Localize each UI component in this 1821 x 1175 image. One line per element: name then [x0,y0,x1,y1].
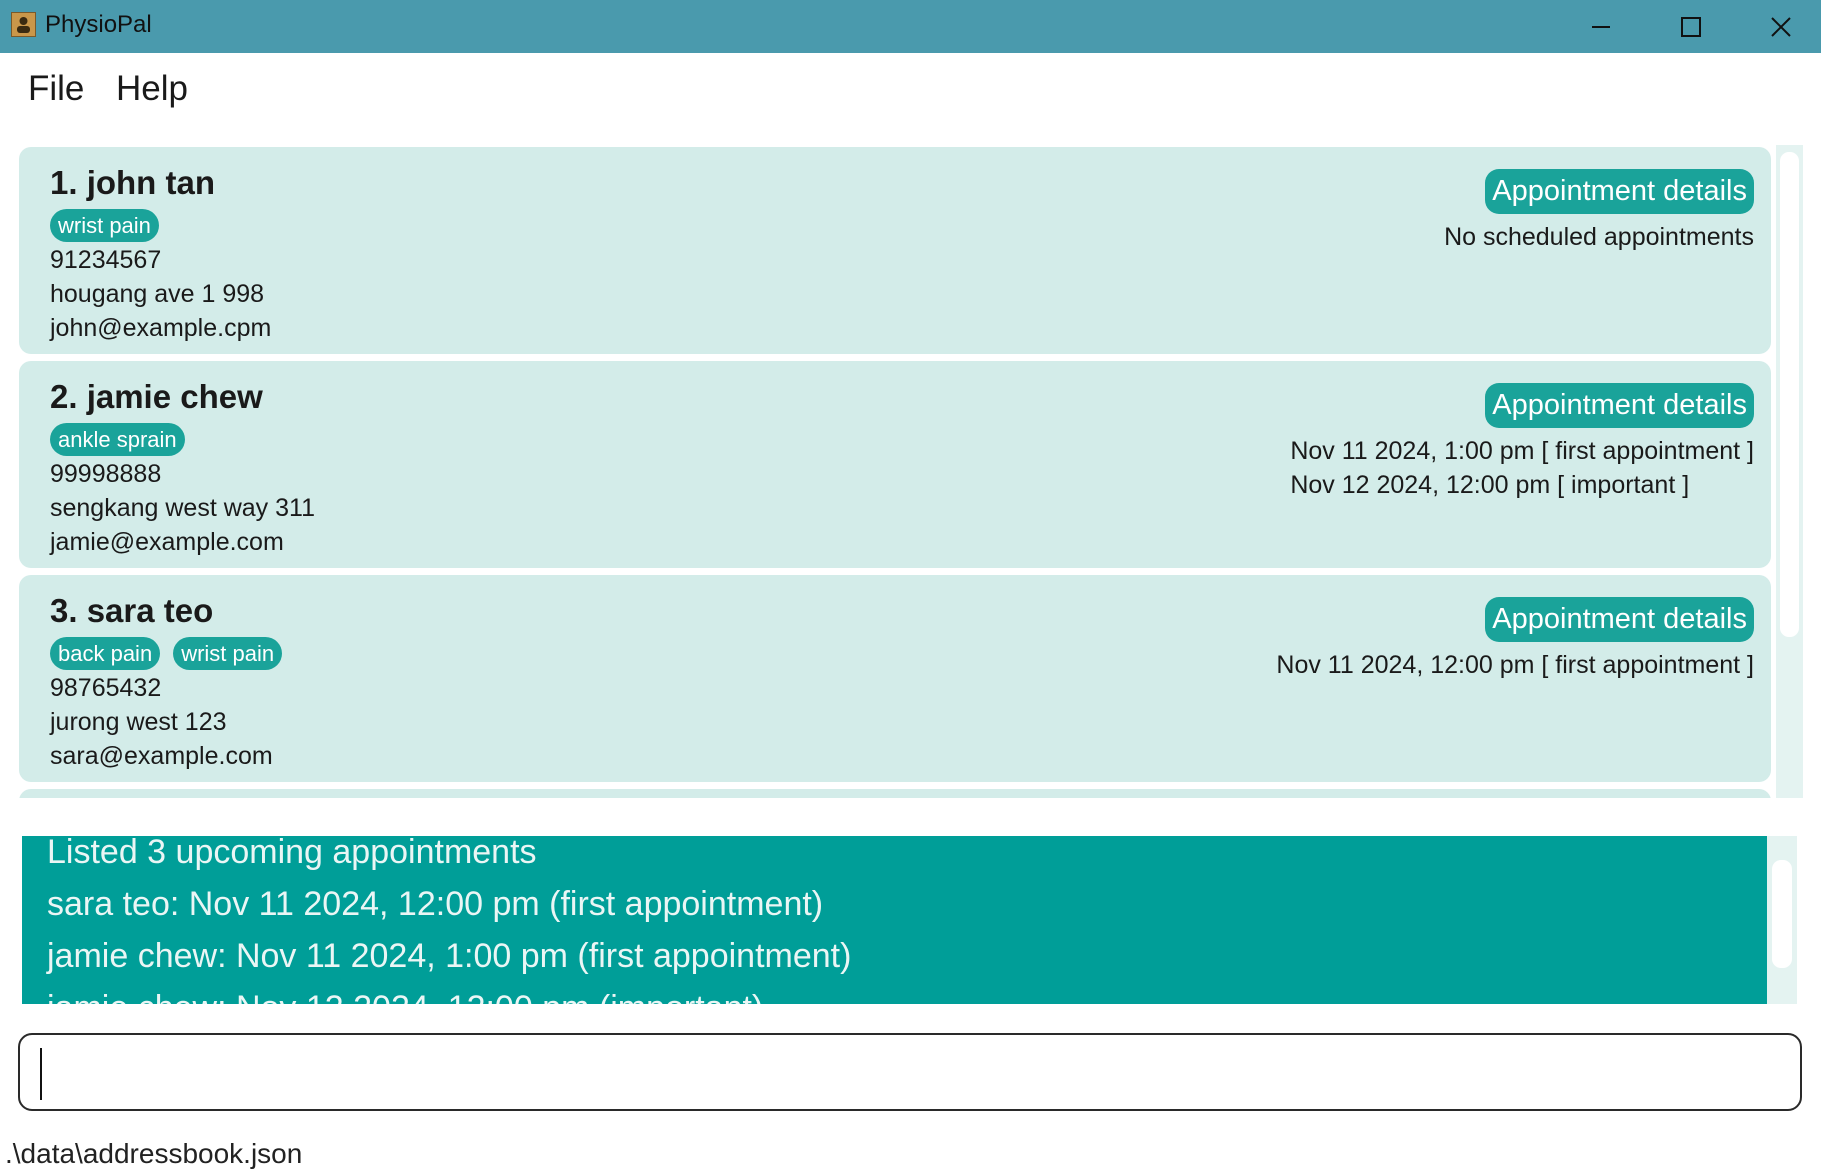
tag-list: wrist pain [50,209,159,242]
command-box[interactable] [18,1033,1802,1111]
command-input[interactable] [40,1045,1784,1101]
result-line: sara teo: Nov 11 2024, 12:00 pm (first a… [47,885,824,923]
minimize-button[interactable] [1556,0,1646,53]
appointment-entry: Nov 12 2024, 12:00 pm [ important ] [1290,471,1690,499]
minimize-icon [1592,25,1610,28]
patient-card[interactable]: 2. jamie chew ankle sprain 99998888 seng… [19,361,1771,568]
patient-phone: 98765432 [50,674,162,702]
tag: wrist pain [50,209,159,242]
tag-list: back pain wrist pain [50,637,283,670]
patient-phone: 91234567 [50,246,162,274]
result-line: jamie chew: Nov 12 2024, 12:00 pm (impor… [47,986,763,1004]
menu-help[interactable]: Help [116,67,188,111]
tag: back pain [50,637,161,670]
tag: wrist pain [173,637,283,670]
patient-address: hougang ave 1 998 [50,280,265,308]
patient-email: sara@example.com [50,742,273,770]
result-display: Listed 3 upcoming appointments sara teo:… [22,836,1767,1004]
patient-name: 3. sara teo [50,592,214,629]
patient-phone: 99998888 [50,460,162,488]
window-title: PhysioPal [45,11,152,38]
patient-list[interactable]: 1. john tan wrist pain 91234567 hougang … [19,145,1771,798]
result-scrollbar-thumb[interactable] [1772,860,1792,968]
patient-email: jamie@example.com [50,528,284,556]
close-button[interactable] [1736,0,1821,53]
appointment-list: Nov 11 2024, 12:00 pm [ first appointmen… [1276,648,1754,682]
tag-list: ankle sprain [50,423,185,456]
tag: ankle sprain [50,423,185,456]
patient-card[interactable]: 1. john tan wrist pain 91234567 hougang … [19,147,1771,354]
patient-email: john@example.cpm [50,314,272,342]
title-bar [0,0,1821,53]
list-scrollbar-thumb[interactable] [1780,152,1799,637]
appointment-list: Nov 11 2024, 1:00 pm [ first appointment… [1290,434,1754,502]
patient-address: jurong west 123 [50,708,227,736]
close-icon [1771,16,1791,37]
patient-address: sengkang west way 311 [50,494,315,522]
patient-name: 2. jamie chew [50,378,263,415]
menu-file[interactable]: File [28,67,84,111]
appointment-entry: Nov 11 2024, 12:00 pm [ first appointmen… [1276,651,1754,679]
result-line: jamie chew: Nov 11 2024, 1:00 pm (first … [47,937,852,975]
appointment-details-button[interactable]: Appointment details [1485,383,1754,428]
result-line: Listed 3 upcoming appointments [47,836,537,871]
maximize-button[interactable] [1646,0,1736,53]
patient-card[interactable]: 3. sara teo back pain wrist pain 9876543… [19,575,1771,782]
appointment-entry: No scheduled appointments [1444,223,1754,251]
text-caret [40,1048,42,1100]
maximize-icon [1681,16,1701,37]
appointment-list: No scheduled appointments [1444,220,1754,254]
status-file-path: .\data\addressbook.json [5,1138,303,1169]
appointment-details-button[interactable]: Appointment details [1485,169,1754,214]
appointment-details-button[interactable]: Appointment details [1485,597,1754,642]
patient-card[interactable] [19,789,1771,798]
contact-book-icon [11,12,36,37]
patient-name: 1. john tan [50,164,215,201]
appointment-entry: Nov 11 2024, 1:00 pm [ first appointment… [1290,437,1754,465]
